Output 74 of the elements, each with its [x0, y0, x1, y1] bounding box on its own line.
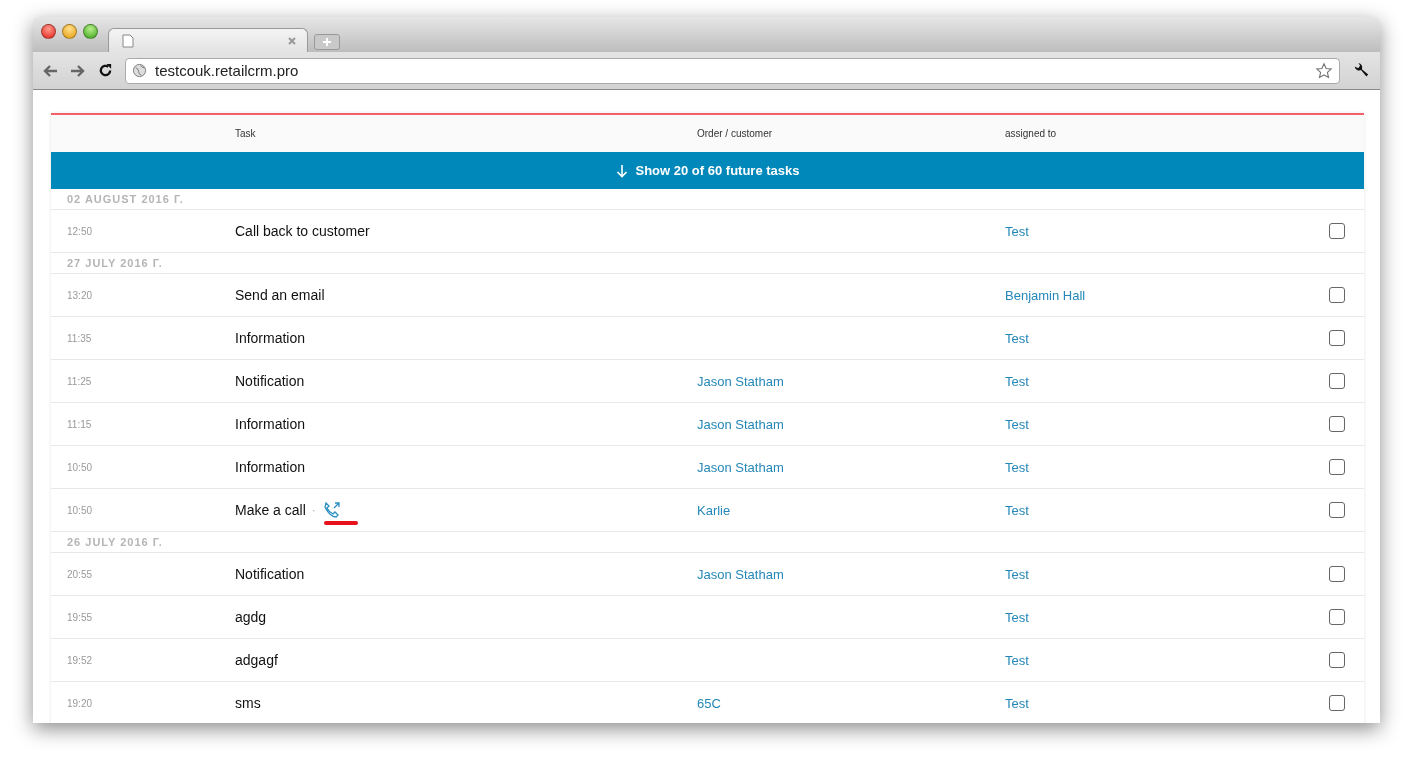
customer-link[interactable]: Jason Statham — [697, 567, 784, 582]
task-title: sms — [235, 695, 261, 711]
close-window-button[interactable] — [41, 24, 56, 39]
task-time: 11:25 — [66, 375, 93, 387]
column-header: Order / customer — [697, 128, 774, 139]
task-time: 19:52 — [66, 654, 94, 666]
assignee-link[interactable]: Test — [1005, 460, 1029, 475]
minimize-window-button[interactable] — [62, 24, 77, 39]
task-checkbox[interactable] — [1329, 695, 1345, 711]
task-title: Information — [235, 330, 306, 346]
assignee-link[interactable]: Benjamin Hall — [1005, 288, 1086, 303]
phone-icon[interactable] — [321, 501, 342, 519]
task-time: 19:20 — [66, 697, 94, 709]
task-time: 11:35 — [66, 332, 93, 344]
date-heading: 02 AUGUST 2016 Г. — [67, 193, 184, 205]
task-checkbox[interactable] — [1329, 502, 1345, 518]
assignee-link[interactable]: Test — [1005, 224, 1029, 239]
underline-mark — [323, 521, 358, 525]
date-heading: 27 JULY 2016 Г. — [67, 257, 163, 269]
separator-dot: · — [311, 503, 316, 517]
task-title: agdg — [235, 609, 267, 625]
assignee-link[interactable]: Test — [1005, 696, 1029, 711]
task-time: 10:50 — [66, 461, 94, 473]
task-title: adgagf — [235, 652, 278, 668]
document-icon — [122, 33, 134, 48]
column-header: Task — [235, 128, 257, 139]
column-header: assigned to — [1005, 128, 1058, 139]
task-time: 11:15 — [66, 418, 93, 430]
assignee-link[interactable]: Test — [1005, 567, 1029, 582]
customer-link[interactable]: Karlie — [697, 503, 731, 518]
task-checkbox[interactable] — [1329, 609, 1345, 625]
task-checkbox[interactable] — [1329, 287, 1345, 303]
back-icon[interactable] — [42, 63, 58, 78]
task-time: 20:55 — [66, 568, 94, 580]
task-checkbox[interactable] — [1329, 416, 1345, 432]
task-title: Information — [235, 416, 306, 432]
address-bar[interactable]: testcouk.retailcrm.pro — [125, 57, 1340, 84]
assignee-link[interactable]: Test — [1005, 610, 1029, 625]
browser-tab[interactable] — [108, 28, 308, 52]
reload-icon[interactable] — [98, 63, 113, 78]
task-time: 19:55 — [66, 611, 94, 623]
assignee-link[interactable]: Test — [1005, 374, 1029, 389]
plus-icon — [322, 37, 332, 47]
star-icon[interactable] — [1315, 61, 1333, 80]
assignee-link[interactable]: Test — [1005, 653, 1029, 668]
task-checkbox[interactable] — [1329, 330, 1345, 346]
task-time: 10:50 — [66, 504, 94, 516]
task-title: Notification — [235, 566, 305, 582]
customer-link[interactable]: Jason Statham — [697, 460, 784, 475]
task-title: Notification — [235, 373, 305, 389]
task-title: Information — [235, 459, 306, 475]
forward-icon[interactable] — [70, 63, 86, 78]
globe-icon — [132, 63, 147, 78]
customer-link[interactable]: 65C — [697, 696, 721, 711]
task-checkbox[interactable] — [1329, 459, 1345, 475]
assignee-link[interactable]: Test — [1005, 417, 1029, 432]
arrow-down-icon — [615, 163, 628, 178]
task-checkbox[interactable] — [1329, 373, 1345, 389]
task-title: Call back to customer — [235, 223, 370, 239]
task-title: Make a call — [235, 502, 306, 518]
customer-link[interactable]: Jason Statham — [697, 417, 784, 432]
task-checkbox[interactable] — [1329, 652, 1345, 668]
customer-link[interactable]: Jason Statham — [697, 374, 784, 389]
assignee-link[interactable]: Test — [1005, 331, 1029, 346]
task-time: 13:20 — [66, 289, 94, 301]
assignee-link[interactable]: Test — [1005, 503, 1029, 518]
task-checkbox[interactable] — [1329, 566, 1345, 582]
task-time: 12:50 — [66, 225, 94, 237]
task-title: Send an email — [235, 287, 325, 303]
zoom-window-button[interactable] — [83, 24, 98, 39]
new-tab-button[interactable] — [314, 34, 340, 50]
show-more-button[interactable]: Show 20 of 60 future tasks — [51, 152, 1364, 189]
date-heading: 26 JULY 2016 Г. — [67, 536, 163, 548]
task-checkbox[interactable] — [1329, 223, 1345, 239]
